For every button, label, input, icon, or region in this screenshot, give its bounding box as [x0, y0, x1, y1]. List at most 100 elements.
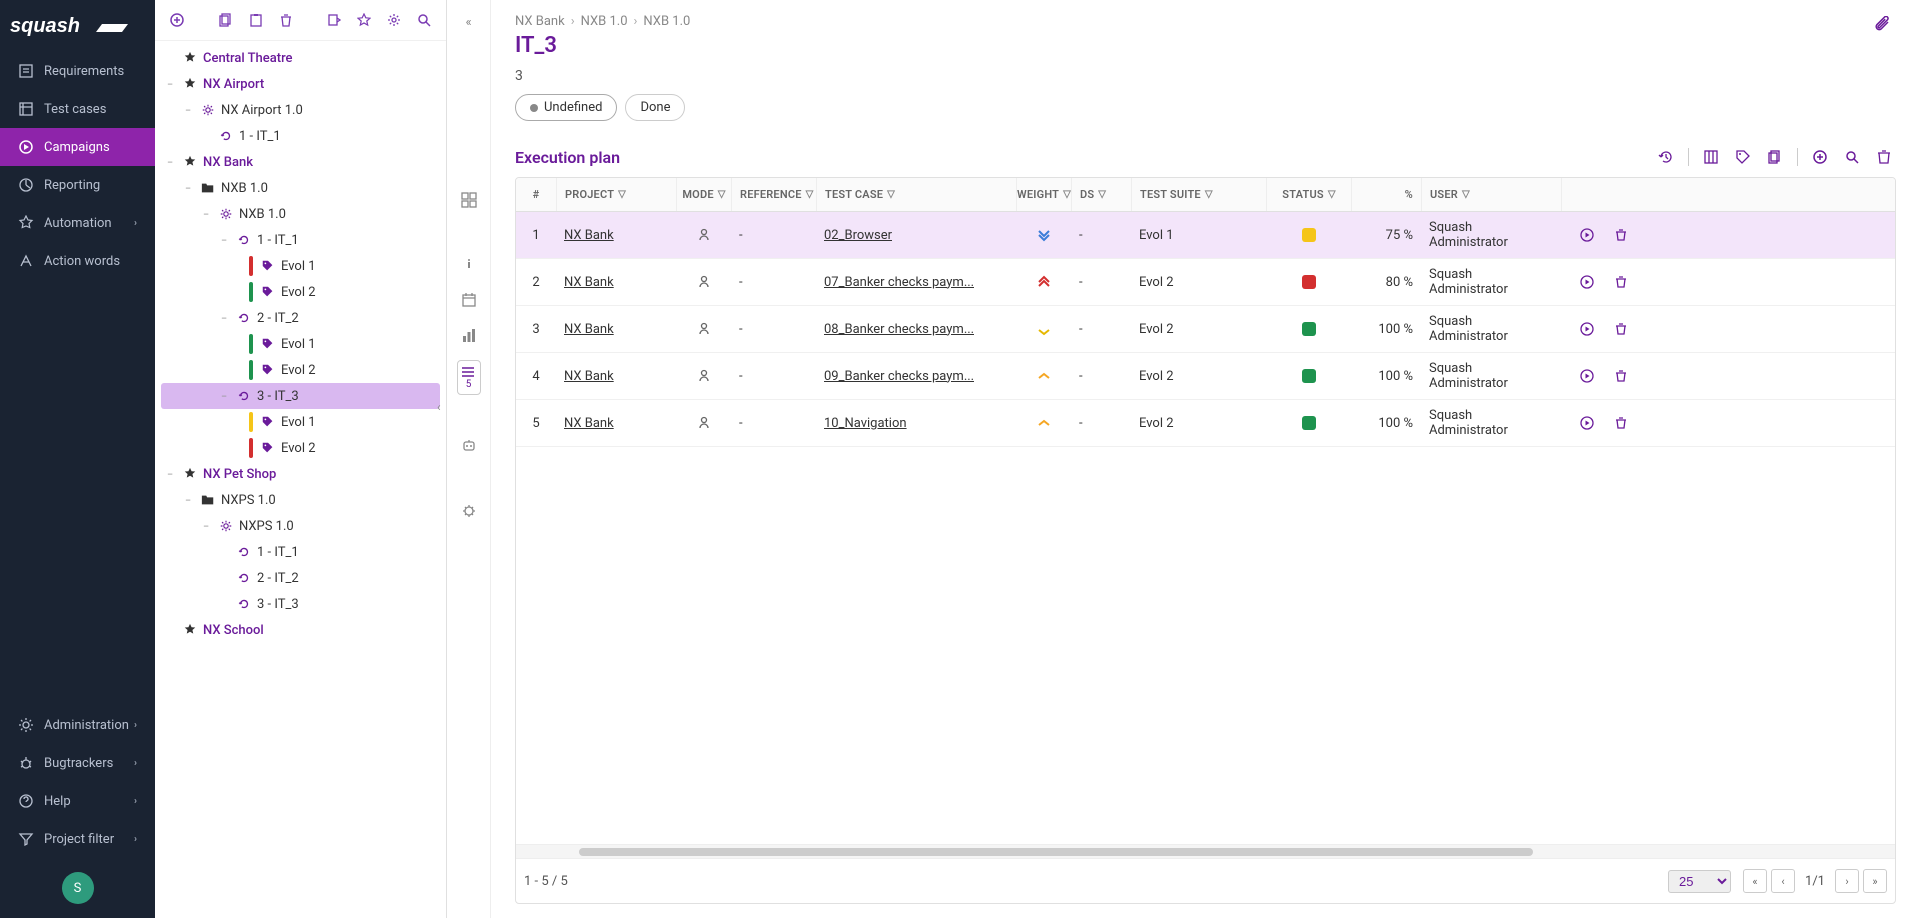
table-row[interactable]: 3NX Bank-08_Banker checks paym...-Evol 2… — [516, 306, 1895, 353]
filter-icon[interactable]: ▽ — [718, 189, 726, 200]
filter-icon[interactable]: ▽ — [806, 189, 814, 200]
horizontal-scrollbar[interactable] — [516, 844, 1895, 858]
run-icon[interactable] — [1575, 223, 1599, 247]
toggle-icon[interactable]: − — [217, 390, 231, 403]
toggle-icon[interactable]: − — [163, 78, 177, 91]
filter-icon[interactable]: ▽ — [1098, 189, 1106, 200]
multi-copy-icon[interactable] — [1763, 145, 1787, 169]
plan-icon[interactable]: 5 — [457, 360, 481, 395]
tree-node[interactable]: −NXB 1.0 — [161, 201, 440, 227]
table-row[interactable]: 4NX Bank-09_Banker checks paym...-Evol 2… — [516, 353, 1895, 400]
col-num[interactable]: # — [516, 178, 556, 211]
stats-icon[interactable] — [457, 324, 481, 348]
col-mode[interactable]: MODE▽ — [676, 178, 731, 211]
collapse-tree-icon[interactable]: ‹ — [437, 400, 441, 414]
col-user[interactable]: USER▽ — [1421, 178, 1561, 211]
status-done-pill[interactable]: Done — [625, 94, 685, 121]
history-icon[interactable] — [1654, 145, 1678, 169]
testcase-link[interactable]: 02_Browser — [824, 228, 892, 243]
tree-node[interactable]: 1 - IT_1 — [161, 123, 440, 149]
crumb-0[interactable]: NX Bank — [515, 14, 565, 29]
add-icon[interactable] — [165, 8, 189, 32]
columns-icon[interactable] — [1699, 145, 1723, 169]
status-undefined-pill[interactable]: Undefined — [515, 94, 617, 121]
automation-icon[interactable] — [457, 435, 481, 459]
nav-administration[interactable]: Administration› — [0, 706, 155, 744]
search-table-icon[interactable] — [1840, 145, 1864, 169]
nav-reporting[interactable]: Reporting — [0, 166, 155, 204]
export-icon[interactable] — [322, 8, 346, 32]
tree-node[interactable]: −NX Pet Shop — [161, 461, 440, 487]
toggle-icon[interactable]: − — [163, 156, 177, 169]
tree-node[interactable]: NX School — [161, 617, 440, 643]
project-link[interactable]: NX Bank — [564, 369, 614, 384]
project-link[interactable]: NX Bank — [564, 322, 614, 337]
filter-icon[interactable]: ▽ — [1462, 189, 1470, 200]
tree-node[interactable]: −3 - IT_3 — [161, 383, 440, 409]
run-icon[interactable] — [1575, 317, 1599, 341]
favorite-icon[interactable] — [352, 8, 376, 32]
toggle-icon[interactable]: − — [181, 182, 195, 195]
crumb-2[interactable]: NXB 1.0 — [643, 14, 690, 29]
copy-icon[interactable] — [214, 8, 238, 32]
testcase-link[interactable]: 09_Banker checks paym... — [824, 369, 974, 384]
info-icon[interactable] — [457, 252, 481, 276]
col-status[interactable]: STATUS▽ — [1266, 178, 1351, 211]
project-link[interactable]: NX Bank — [564, 416, 614, 431]
col-ref[interactable]: REFERENCE▽ — [731, 178, 816, 211]
run-icon[interactable] — [1575, 411, 1599, 435]
back-icon[interactable]: « — [457, 10, 481, 34]
tag-action-icon[interactable] — [1731, 145, 1755, 169]
filter-icon[interactable]: ▽ — [1063, 189, 1071, 200]
testcase-link[interactable]: 08_Banker checks paym... — [824, 322, 974, 337]
paste-icon[interactable] — [244, 8, 268, 32]
tree-node[interactable]: 2 - IT_2 — [161, 565, 440, 591]
last-page-icon[interactable]: » — [1863, 869, 1887, 893]
tree-node[interactable]: Central Theatre — [161, 45, 440, 71]
nav-automation[interactable]: Automation› — [0, 204, 155, 242]
project-link[interactable]: NX Bank — [564, 275, 614, 290]
nav-campaigns[interactable]: Campaigns — [0, 128, 155, 166]
dashboard-icon[interactable] — [457, 188, 481, 212]
filter-icon[interactable]: ▽ — [1328, 189, 1336, 200]
delete-row-icon[interactable] — [1609, 223, 1633, 247]
table-row[interactable]: 5NX Bank-10_Navigation-Evol 2100 %Squash… — [516, 400, 1895, 447]
calendar-icon[interactable] — [457, 288, 481, 312]
toggle-icon[interactable]: − — [217, 234, 231, 247]
tree-node[interactable]: −NX Airport 1.0 — [161, 97, 440, 123]
filter-icon[interactable]: ▽ — [618, 189, 626, 200]
avatar[interactable]: S — [62, 872, 94, 904]
settings-icon[interactable] — [382, 8, 406, 32]
page-size-select[interactable]: 25 — [1668, 870, 1731, 893]
tree-node[interactable]: Evol 2 — [161, 357, 440, 383]
toggle-icon[interactable]: − — [181, 104, 195, 117]
run-icon[interactable] — [1575, 270, 1599, 294]
next-page-icon[interactable]: › — [1835, 869, 1859, 893]
toggle-icon[interactable]: − — [163, 468, 177, 481]
first-page-icon[interactable]: « — [1743, 869, 1767, 893]
col-suite[interactable]: TEST SUITE▽ — [1131, 178, 1266, 211]
delete-table-icon[interactable] — [1872, 145, 1896, 169]
delete-row-icon[interactable] — [1609, 411, 1633, 435]
toggle-icon[interactable]: − — [199, 208, 213, 221]
col-weight[interactable]: WEIGHT▽ — [1016, 178, 1071, 211]
nav-bugtrackers[interactable]: Bugtrackers› — [0, 744, 155, 782]
run-icon[interactable] — [1575, 364, 1599, 388]
tree-node[interactable]: −1 - IT_1 — [161, 227, 440, 253]
delete-row-icon[interactable] — [1609, 270, 1633, 294]
testcase-link[interactable]: 07_Banker checks paym... — [824, 275, 974, 290]
filter-icon[interactable]: ▽ — [887, 189, 895, 200]
tree-node[interactable]: −NXPS 1.0 — [161, 513, 440, 539]
nav-action-words[interactable]: Action words — [0, 242, 155, 280]
col-tc[interactable]: TEST CASE▽ — [816, 178, 1016, 211]
table-row[interactable]: 2NX Bank-07_Banker checks paym...-Evol 2… — [516, 259, 1895, 306]
attachment-icon[interactable] — [1872, 14, 1896, 38]
delete-icon[interactable] — [274, 8, 298, 32]
nav-test-cases[interactable]: Test cases — [0, 90, 155, 128]
tree-node[interactable]: 3 - IT_3 — [161, 591, 440, 617]
col-ds[interactable]: DS▽ — [1071, 178, 1131, 211]
tree-node[interactable]: 1 - IT_1 — [161, 539, 440, 565]
tree-node[interactable]: −NX Bank — [161, 149, 440, 175]
col-project[interactable]: PROJECT▽ — [556, 178, 676, 211]
tree-node[interactable]: Evol 1 — [161, 253, 440, 279]
